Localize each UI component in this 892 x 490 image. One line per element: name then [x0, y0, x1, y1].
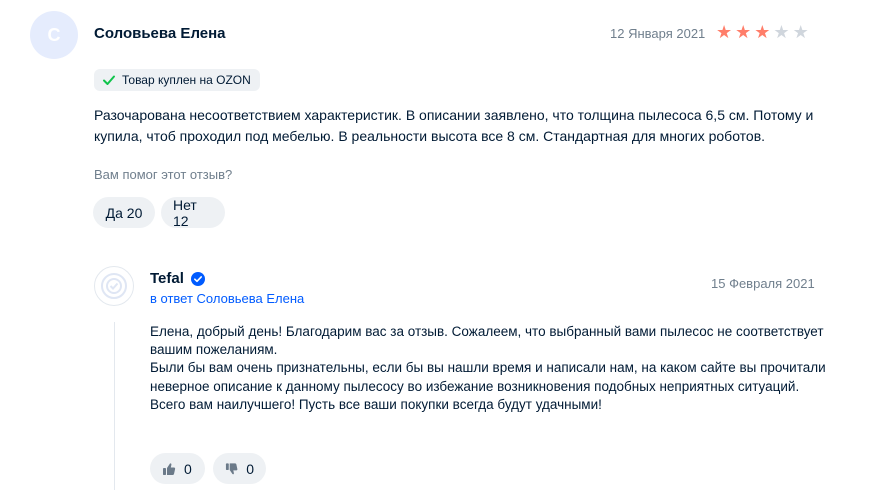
- brand-avatar: [94, 266, 134, 306]
- helpful-yes-button[interactable]: Да 20: [93, 197, 155, 228]
- helpful-question: Вам помог этот отзыв?: [94, 167, 233, 182]
- star-filled-icon: ★: [735, 22, 752, 42]
- star-empty-icon: ★: [773, 22, 790, 42]
- brand-logo-icon: [101, 273, 127, 299]
- reviewer-name[interactable]: Соловьева Елена: [94, 25, 226, 42]
- like-button[interactable]: 0: [150, 453, 205, 484]
- check-icon: [103, 75, 115, 85]
- star-empty-icon: ★: [792, 22, 809, 42]
- reply-paragraph: Елена, добрый день! Благодарим вас за от…: [150, 324, 824, 358]
- like-count: 0: [184, 460, 192, 477]
- reply-paragraph: Были бы вам очень признательны, если бы …: [150, 360, 826, 394]
- thumb-up-icon: [163, 462, 176, 475]
- verified-icon: [190, 271, 205, 286]
- reply-paragraph: Всего вам наилучшего! Пусть все ваши пок…: [150, 396, 602, 412]
- reviewer-avatar: С: [30, 11, 78, 59]
- star-filled-icon: ★: [716, 22, 733, 42]
- rating-stars: ★ ★ ★ ★ ★: [716, 22, 809, 42]
- dislike-count: 0: [246, 460, 254, 477]
- purchase-badge-label: Товар куплен на OZON: [122, 73, 251, 87]
- reply-date: 15 Февраля 2021: [711, 276, 815, 291]
- reviewer-avatar-letter: С: [47, 24, 61, 45]
- reply-to-link[interactable]: в ответ Соловьева Елена: [150, 291, 304, 306]
- reply-author[interactable]: Tefal: [150, 270, 205, 287]
- reply-text: Елена, добрый день! Благодарим вас за от…: [150, 323, 830, 414]
- reply-thread-line: [114, 322, 115, 490]
- helpful-no-button[interactable]: Нет 12: [161, 197, 225, 229]
- purchase-badge: Товар куплен на OZON: [94, 69, 260, 91]
- reply-author-name: Tefal: [150, 270, 184, 287]
- review-text: Разочарована несоответствием характерист…: [94, 107, 814, 144]
- dislike-button[interactable]: 0: [213, 453, 266, 484]
- thumb-down-icon: [225, 462, 238, 474]
- star-filled-icon: ★: [754, 22, 771, 42]
- review-date: 12 Января 2021: [610, 26, 706, 41]
